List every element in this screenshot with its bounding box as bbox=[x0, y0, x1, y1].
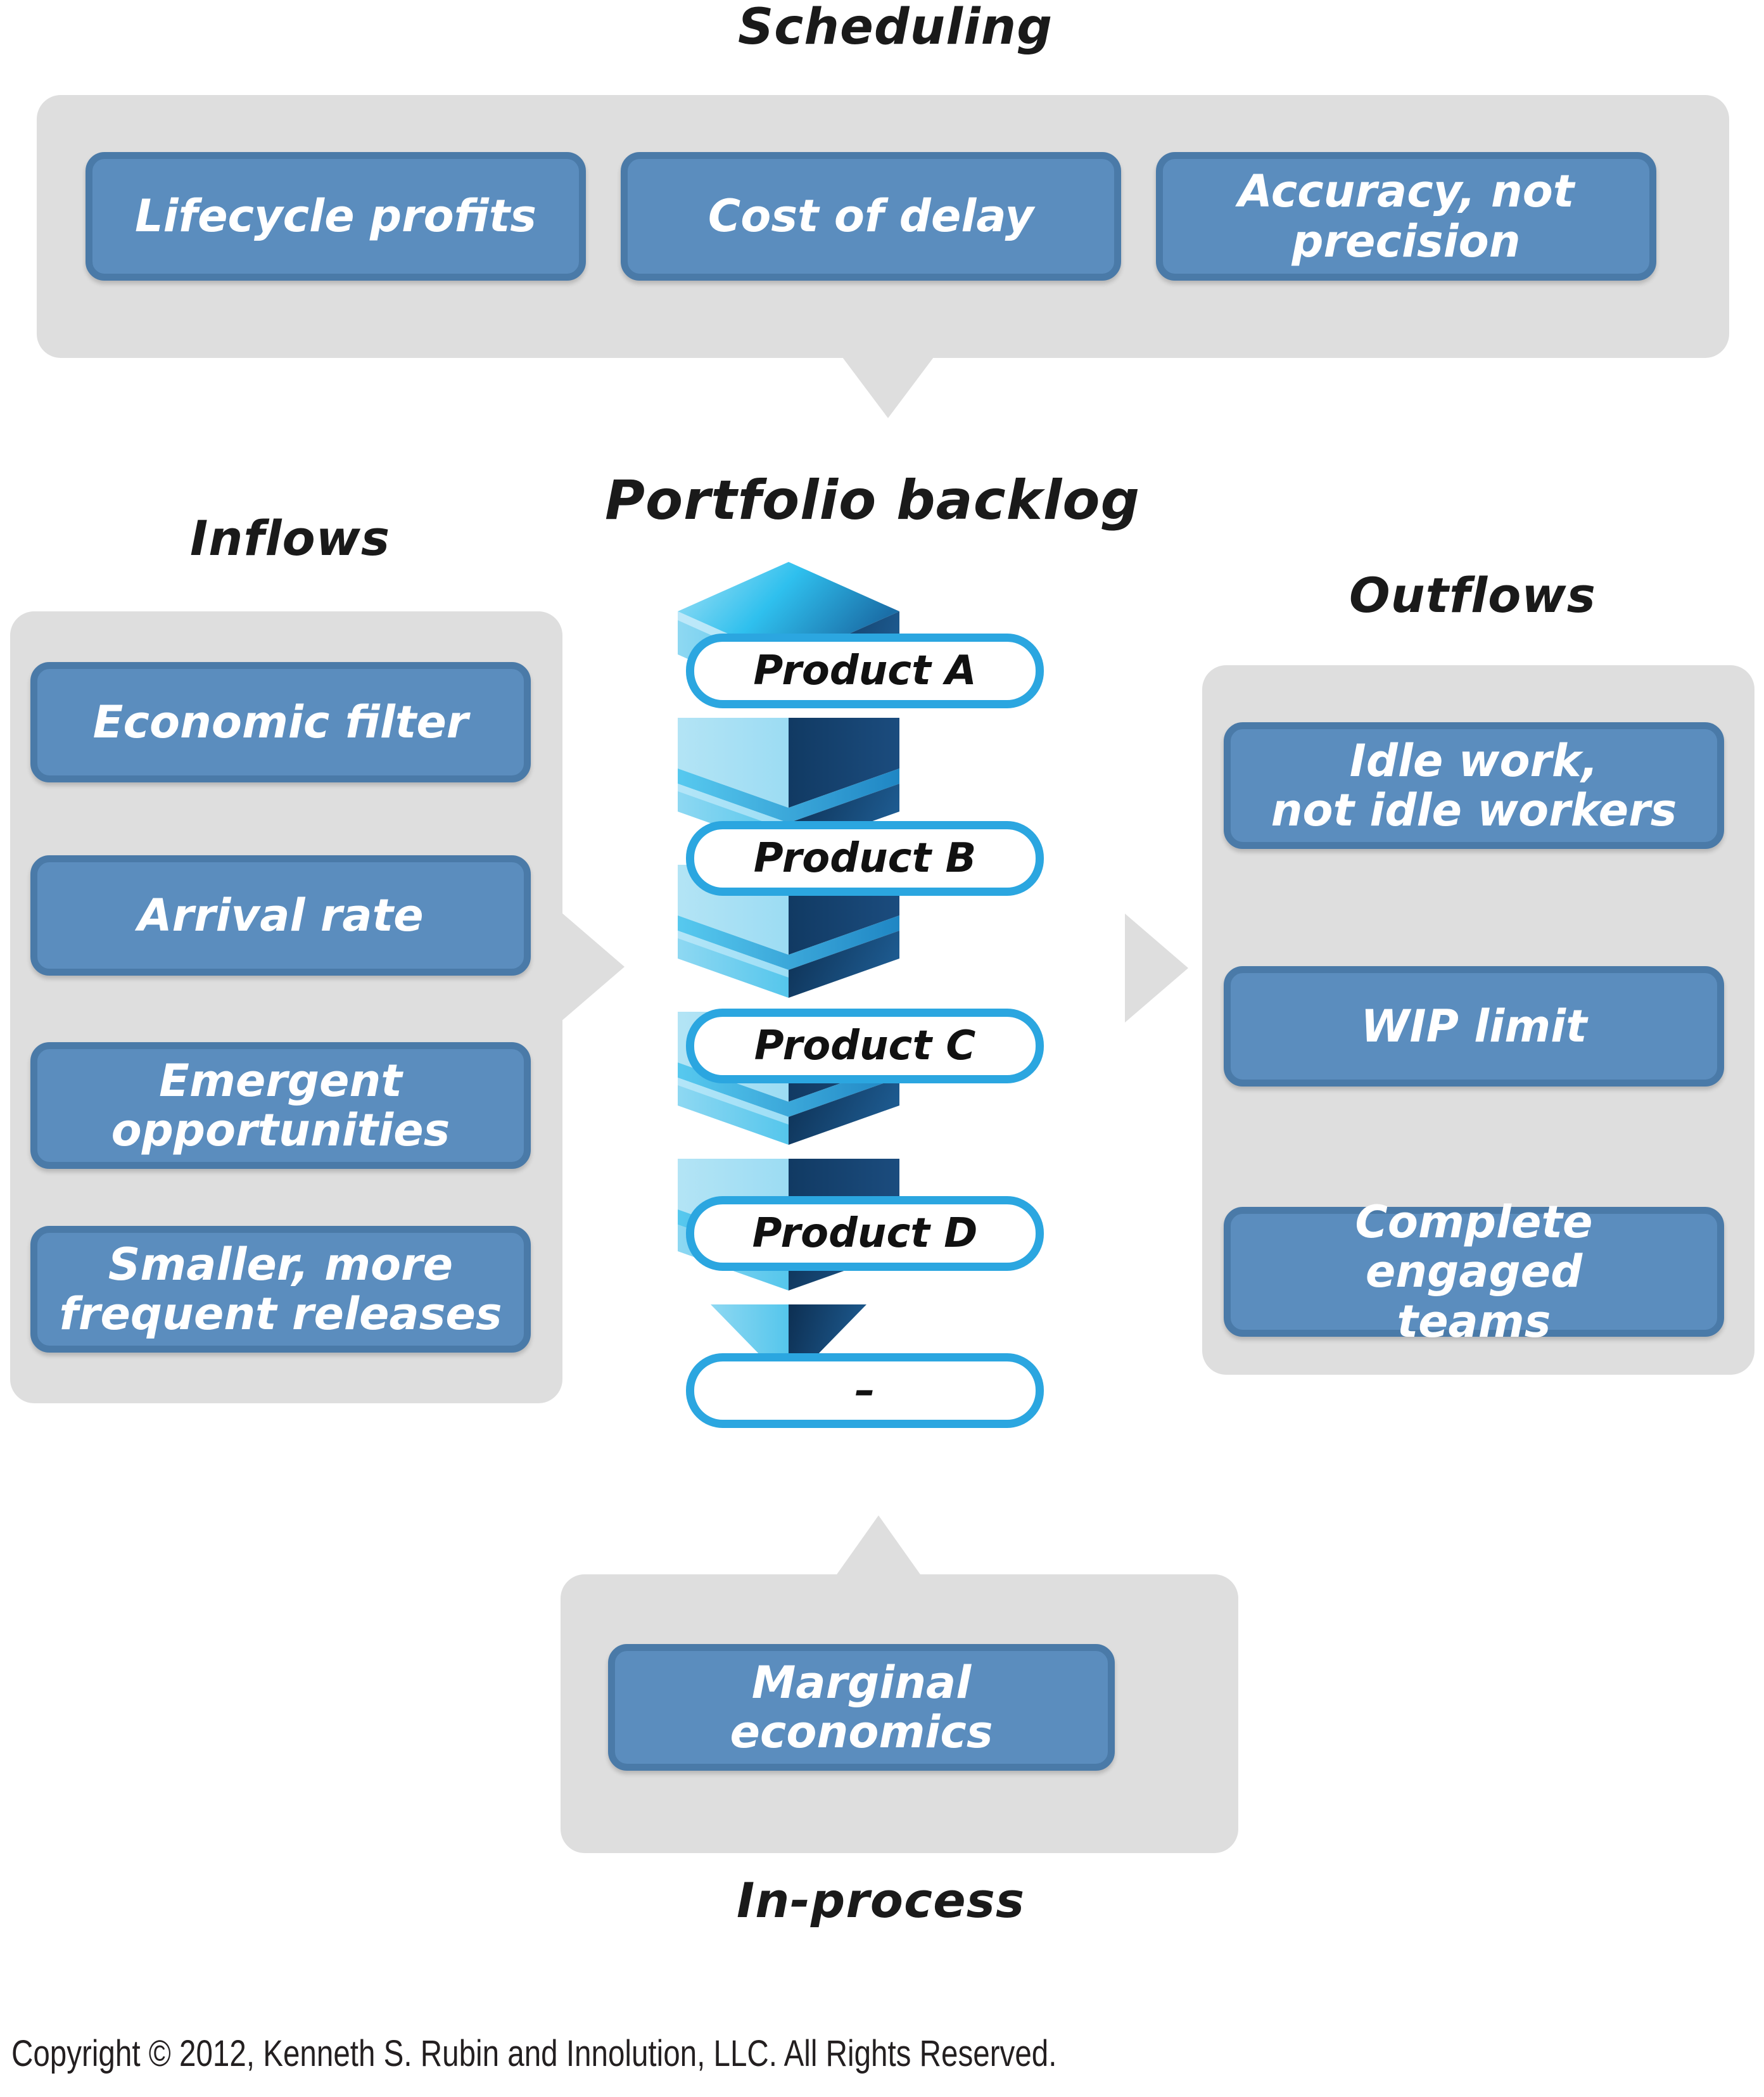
scheduling-item-lifecycle-profits[interactable]: Lifecycle profits bbox=[86, 152, 586, 281]
scheduling-to-backlog-arrow bbox=[842, 357, 934, 418]
inflows-item-arrival-rate[interactable]: Arrival rate bbox=[30, 855, 531, 976]
backlog-to-outflows-arrow bbox=[1125, 914, 1188, 1023]
inflows-item-economic-filter[interactable]: Economic filter bbox=[30, 662, 531, 782]
in-process-item-marginal-economics[interactable]: Marginal economics bbox=[608, 1644, 1115, 1771]
backlog-item-product-c[interactable]: Product C bbox=[686, 1009, 1044, 1083]
copyright-notice: Copyright © 2012, Kenneth S. Rubin and I… bbox=[11, 2033, 1057, 2074]
backlog-item-product-a[interactable]: Product A bbox=[686, 634, 1044, 708]
outflows-item-complete-engaged-teams[interactable]: Complete engaged teams bbox=[1224, 1197, 1724, 1346]
scheduling-item-cost-of-delay[interactable]: Cost of delay bbox=[621, 152, 1121, 281]
backlog-item-more[interactable]: – bbox=[686, 1353, 1044, 1428]
backlog-item-product-d[interactable]: Product D bbox=[686, 1196, 1044, 1271]
portfolio-backlog-title: Portfolio backlog bbox=[605, 469, 1141, 532]
inflows-caption: Inflows bbox=[190, 510, 391, 566]
in-process-caption: In-process bbox=[737, 1872, 1025, 1928]
outflows-caption: Outflows bbox=[1349, 567, 1596, 623]
inflows-to-backlog-arrow bbox=[561, 912, 625, 1021]
outflows-item-wip-limit[interactable]: WIP limit bbox=[1224, 966, 1724, 1087]
inflows-item-smaller-more-frequent-releases[interactable]: Smaller, more frequent releases bbox=[30, 1226, 531, 1353]
outflows-item-idle-work[interactable]: Idle work, not idle workers bbox=[1224, 722, 1724, 849]
scheduling-item-accuracy-not-precision[interactable]: Accuracy, not precision bbox=[1156, 152, 1656, 281]
backlog-item-product-b[interactable]: Product B bbox=[686, 821, 1044, 896]
inflows-item-emergent-opportunities[interactable]: Emergent opportunities bbox=[30, 1042, 531, 1169]
backlog-to-in-process-arrow bbox=[835, 1515, 922, 1576]
scheduling-caption: Scheduling bbox=[738, 0, 1053, 56]
